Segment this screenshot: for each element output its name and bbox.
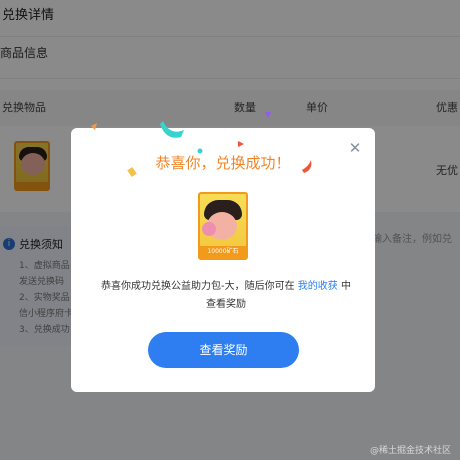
watermark: @稀土掘金技术社区 (370, 446, 452, 456)
success-message: 恭喜你成功兑换公益助力包-大，随后你可在 我的收获 中查看奖励 (98, 278, 354, 314)
view-reward-button[interactable]: 查看奖励 (148, 332, 299, 368)
message-text: 恭喜你成功兑换公益助力包-大，随后你可在 (101, 281, 295, 292)
prize-label: 10000矿石 (200, 246, 246, 258)
my-gains-link[interactable]: 我的收获 (298, 281, 338, 292)
prize-image: 10000矿石 (198, 192, 248, 260)
modal-title: 恭喜你，兑换成功！ (155, 154, 291, 172)
